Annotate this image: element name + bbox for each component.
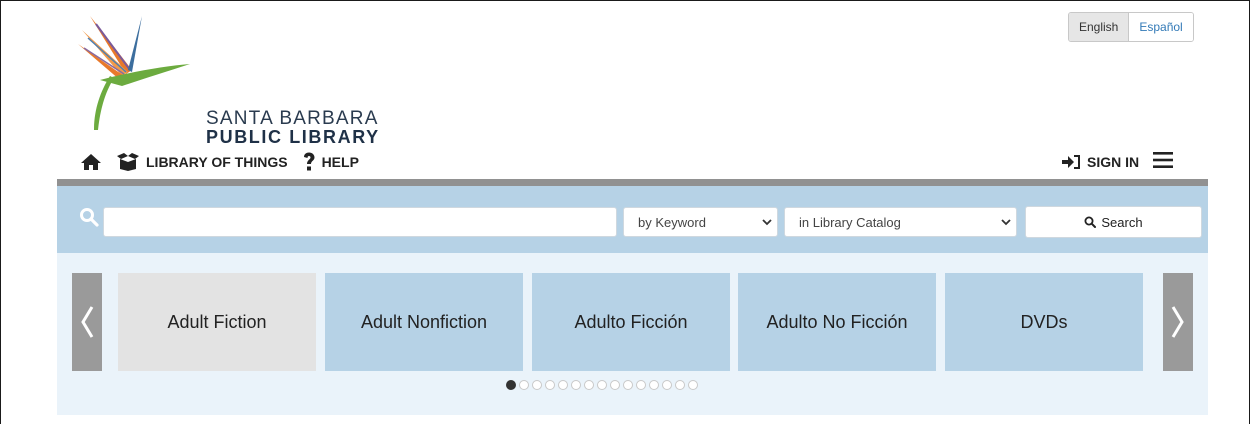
library-logo[interactable]: SANTA BARBARA PUBLIC LIBRARY [70, 14, 378, 147]
carousel-next-button[interactable] [1163, 273, 1193, 371]
library-of-things-link[interactable]: LIBRARY OF THINGS [116, 153, 288, 171]
hamburger-menu-icon [1153, 151, 1174, 168]
carousel-dot[interactable] [623, 380, 633, 390]
carousel-card[interactable]: Adult Nonfiction [325, 273, 523, 371]
carousel-dot[interactable] [506, 380, 516, 390]
carousel-dot[interactable] [597, 380, 607, 390]
carousel-dot[interactable] [545, 380, 555, 390]
carousel-card[interactable]: Adulto Ficción [532, 273, 730, 371]
sign-in-link[interactable]: SIGN IN [1062, 154, 1139, 170]
carousel-card[interactable]: DVDs [945, 273, 1143, 371]
logo-line-2: PUBLIC LIBRARY [206, 127, 380, 147]
search-by-select[interactable]: by Keyword [623, 207, 778, 237]
carousel-dot[interactable] [558, 380, 568, 390]
carousel-card[interactable]: Adult Fiction [118, 273, 316, 371]
search-button[interactable]: Search [1025, 206, 1202, 238]
carousel-dot[interactable] [532, 380, 542, 390]
carousel-card[interactable]: Adulto No Ficción [738, 273, 936, 371]
carousel-dot[interactable] [571, 380, 581, 390]
question-icon [303, 152, 315, 171]
header-divider [57, 179, 1208, 186]
language-switch: English Español [1068, 12, 1194, 42]
home-link[interactable] [80, 153, 102, 171]
sign-in-icon [1062, 155, 1080, 169]
carousel-dot[interactable] [636, 380, 646, 390]
search-button-label: Search [1101, 214, 1143, 230]
help-link[interactable]: HELP [302, 152, 359, 172]
box-open-icon [117, 153, 139, 171]
menu-button[interactable] [1153, 151, 1174, 173]
home-icon [81, 154, 101, 170]
carousel-dot[interactable] [675, 380, 685, 390]
carousel-dot[interactable] [688, 380, 698, 390]
library-of-things-label: LIBRARY OF THINGS [146, 154, 288, 170]
carousel-dot[interactable] [610, 380, 620, 390]
main-nav: LIBRARY OF THINGS HELP [80, 148, 373, 176]
search-input[interactable] [103, 207, 617, 237]
chevron-left-icon [81, 306, 94, 338]
carousel-dot[interactable] [584, 380, 594, 390]
search-by-value: by Keyword [638, 215, 706, 230]
spanish-button[interactable]: Español [1129, 13, 1193, 41]
carousel-dot[interactable] [662, 380, 672, 390]
account-nav: SIGN IN [1062, 148, 1174, 176]
english-button[interactable]: English [1069, 13, 1130, 41]
help-label: HELP [321, 154, 359, 170]
search-icon [79, 207, 99, 227]
search-in-select[interactable]: in Library Catalog [784, 207, 1017, 237]
chevron-down-icon [762, 219, 772, 226]
carousel-dot[interactable] [649, 380, 659, 390]
chevron-right-icon [1171, 306, 1184, 338]
carousel-pagination [506, 380, 701, 390]
magnifier-icon [1084, 216, 1097, 228]
chevron-down-icon [1001, 219, 1011, 226]
carousel-dot[interactable] [519, 380, 529, 390]
search-in-value: in Library Catalog [799, 215, 901, 230]
carousel-prev-button[interactable] [72, 273, 102, 371]
sign-in-label: SIGN IN [1087, 154, 1140, 170]
